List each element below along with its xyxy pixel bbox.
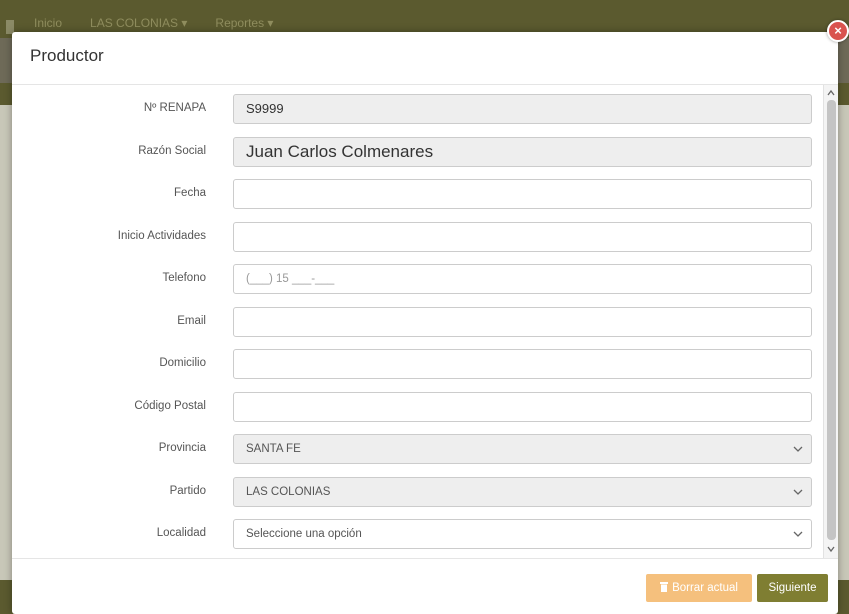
label-email: Email bbox=[177, 315, 206, 327]
modal-body: Nº RENAPA S9999 Razón Social Juan Carlos… bbox=[12, 85, 838, 558]
scroll-down-icon[interactable] bbox=[826, 544, 836, 554]
nav-reportes: Reportes ▾ bbox=[215, 16, 274, 30]
label-partido: Partido bbox=[169, 485, 206, 497]
label-domicilio: Domicilio bbox=[159, 357, 206, 369]
modal-header: Productor bbox=[12, 32, 838, 85]
row-domicilio: Domicilio bbox=[12, 349, 812, 379]
localidad-select[interactable]: Seleccione una opción bbox=[233, 519, 812, 549]
telefono-placeholder: (___) 15 ___-___ bbox=[246, 273, 335, 285]
label-renapa: Nº RENAPA bbox=[143, 102, 206, 114]
chevron-down-icon bbox=[793, 446, 803, 452]
nav-inicio: Inicio bbox=[34, 16, 63, 30]
razon-social-field[interactable]: Juan Carlos Colmenares bbox=[233, 137, 812, 167]
row-email: Email bbox=[12, 307, 812, 337]
borrar-actual-label: Borrar actual bbox=[672, 582, 738, 594]
provincia-select[interactable]: SANTA FE bbox=[233, 434, 812, 464]
background-table-right bbox=[837, 105, 849, 585]
row-localidad: Localidad Seleccione una opción bbox=[12, 519, 812, 549]
modal-footer: Borrar actual Siguiente bbox=[12, 558, 838, 614]
label-telefono: Telefono bbox=[162, 272, 206, 284]
partido-select[interactable]: LAS COLONIAS bbox=[233, 477, 812, 507]
label-fecha: Fecha bbox=[174, 187, 206, 199]
chevron-down-icon bbox=[793, 489, 803, 495]
inicio-actividades-field[interactable] bbox=[233, 222, 812, 252]
partido-value: LAS COLONIAS bbox=[246, 486, 331, 498]
label-codigo-postal: Código Postal bbox=[134, 400, 206, 412]
domicilio-field[interactable] bbox=[233, 349, 812, 379]
email-field[interactable] bbox=[233, 307, 812, 337]
row-razon-social: Razón Social Juan Carlos Colmenares bbox=[12, 137, 812, 167]
localidad-value: Seleccione una opción bbox=[246, 528, 362, 540]
modal-title: Productor bbox=[30, 46, 104, 65]
modal-scrollbar[interactable] bbox=[823, 85, 838, 558]
trash-icon bbox=[660, 582, 669, 592]
borrar-actual-button[interactable]: Borrar actual bbox=[646, 574, 752, 602]
label-inicio-actividades: Inicio Actividades bbox=[117, 230, 206, 242]
label-razon-social: Razón Social bbox=[138, 145, 206, 157]
siguiente-button[interactable]: Siguiente bbox=[757, 574, 828, 602]
label-provincia: Provincia bbox=[158, 442, 206, 454]
row-provincia: Provincia SANTA FE bbox=[12, 434, 812, 464]
close-button[interactable]: × bbox=[827, 20, 849, 42]
close-icon: × bbox=[834, 23, 842, 38]
row-fecha: Fecha bbox=[12, 179, 812, 209]
row-inicio-actividades: Inicio Actividades bbox=[12, 222, 812, 252]
row-telefono: Telefono (___) 15 ___-___ bbox=[12, 264, 812, 294]
codigo-postal-field[interactable] bbox=[233, 392, 812, 422]
chevron-down-icon bbox=[793, 531, 803, 537]
scroll-thumb[interactable] bbox=[827, 100, 836, 540]
telefono-field[interactable]: (___) 15 ___-___ bbox=[233, 264, 812, 294]
productor-modal: Productor Nº RENAPA S9999 Razón Social J… bbox=[12, 32, 838, 614]
provincia-value: SANTA FE bbox=[246, 443, 301, 455]
row-codigo-postal: Código Postal bbox=[12, 392, 812, 422]
row-partido: Partido LAS COLONIAS bbox=[12, 477, 812, 507]
label-localidad: Localidad bbox=[156, 527, 206, 539]
row-renapa: Nº RENAPA S9999 bbox=[12, 94, 812, 124]
background-table-left bbox=[0, 105, 12, 585]
scroll-up-icon[interactable] bbox=[826, 88, 836, 98]
renapa-field[interactable]: S9999 bbox=[233, 94, 812, 124]
fecha-field[interactable] bbox=[233, 179, 812, 209]
nav-las-colonias: LAS COLONIAS ▾ bbox=[90, 16, 188, 30]
